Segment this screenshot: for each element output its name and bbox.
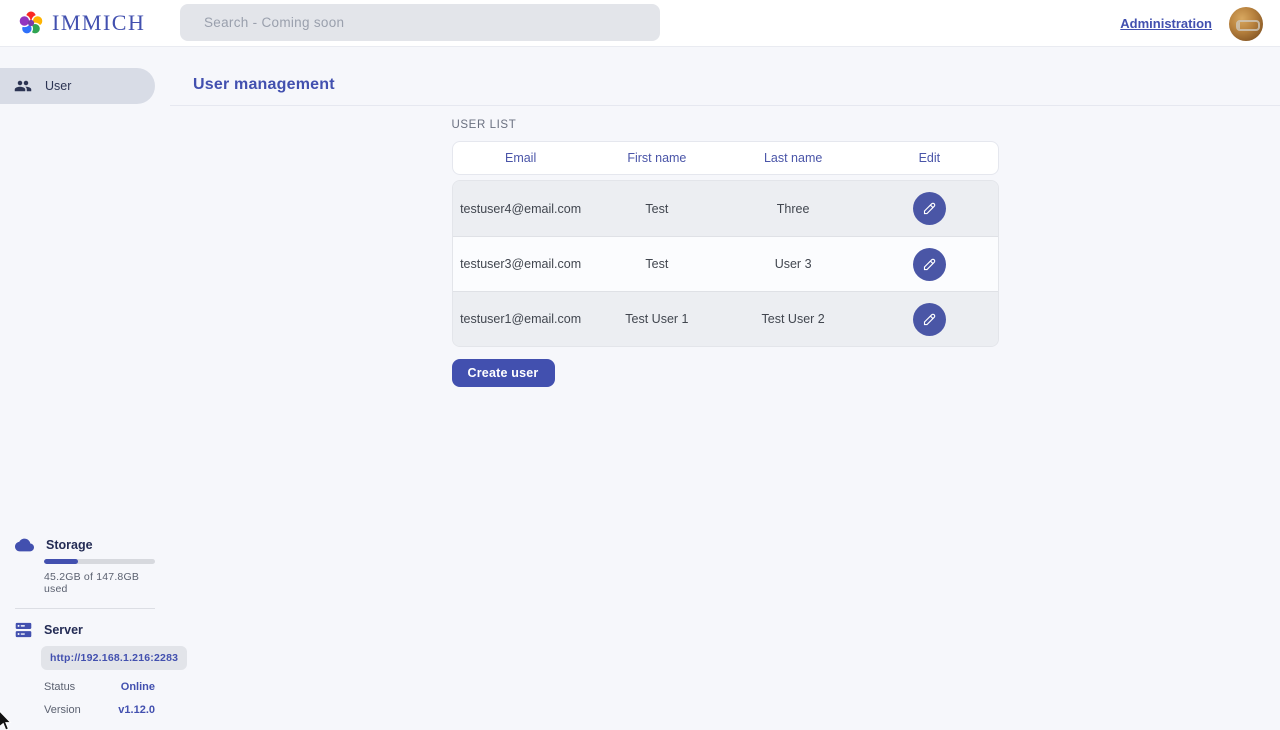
top-navbar: IMMICH Administration (0, 0, 1280, 47)
user-list-label: USER LIST (452, 119, 999, 131)
sidebar-divider (15, 608, 155, 609)
cell-first-name: Test (589, 202, 725, 216)
table-row: testuser3@email.com Test User 3 (453, 236, 998, 291)
cell-last-name: Test User 2 (725, 312, 861, 326)
app-logo[interactable]: IMMICH (0, 9, 145, 37)
server-icon (15, 622, 32, 638)
sidebar-item-user-label: User (45, 79, 71, 93)
pencil-icon (922, 312, 937, 327)
storage-progress-bar (44, 559, 155, 564)
cell-last-name: User 3 (725, 257, 861, 271)
pencil-icon (922, 201, 937, 216)
edit-user-button[interactable] (913, 248, 946, 281)
storage-progress-fill (44, 559, 78, 564)
server-version-value: v1.12.0 (118, 704, 155, 716)
server-status-value: Online (121, 681, 155, 693)
user-avatar[interactable] (1229, 7, 1263, 41)
server-title: Server (44, 623, 83, 637)
cell-email: testuser4@email.com (453, 202, 589, 216)
column-edit: Edit (861, 151, 997, 165)
sidebar: User Storage 45.2GB of 147.8GB used (0, 47, 170, 730)
main-content: User management USER LIST Email First na… (170, 47, 1280, 730)
create-user-button[interactable]: Create user (452, 359, 555, 387)
edit-user-button[interactable] (913, 192, 946, 225)
server-status-label: Status (44, 681, 75, 693)
immich-flower-icon (17, 9, 45, 37)
server-url-badge: http://192.168.1.216:2283 (41, 646, 187, 670)
storage-usage-text: 45.2GB of 147.8GB used (44, 571, 155, 595)
sidebar-item-user[interactable]: User (0, 68, 155, 104)
storage-title: Storage (46, 538, 93, 552)
column-email: Email (453, 151, 589, 165)
mouse-cursor (0, 711, 13, 730)
edit-user-button[interactable] (913, 303, 946, 336)
cell-email: testuser1@email.com (453, 312, 589, 326)
cell-last-name: Three (725, 202, 861, 216)
search-input[interactable] (180, 4, 660, 41)
user-list-section: USER LIST Email First name Last name Edi… (452, 119, 999, 387)
table-body: testuser4@email.com Test Three testuser3… (452, 180, 999, 347)
cloud-icon (15, 538, 34, 552)
table-row: testuser1@email.com Test User 1 Test Use… (453, 291, 998, 346)
column-first-name: First name (589, 151, 725, 165)
users-icon (14, 77, 32, 95)
column-last-name: Last name (725, 151, 861, 165)
cell-first-name: Test (589, 257, 725, 271)
server-version-label: Version (44, 704, 81, 716)
page-title: User management (193, 76, 335, 93)
table-header: Email First name Last name Edit (452, 141, 999, 175)
table-row: testuser4@email.com Test Three (453, 181, 998, 236)
cell-email: testuser3@email.com (453, 257, 589, 271)
app-title: IMMICH (52, 10, 145, 36)
sidebar-footer: Storage 45.2GB of 147.8GB used Server (0, 538, 170, 730)
page-header: User management (170, 47, 1280, 106)
pencil-icon (922, 257, 937, 272)
cell-first-name: Test User 1 (589, 312, 725, 326)
administration-link[interactable]: Administration (1120, 16, 1212, 31)
